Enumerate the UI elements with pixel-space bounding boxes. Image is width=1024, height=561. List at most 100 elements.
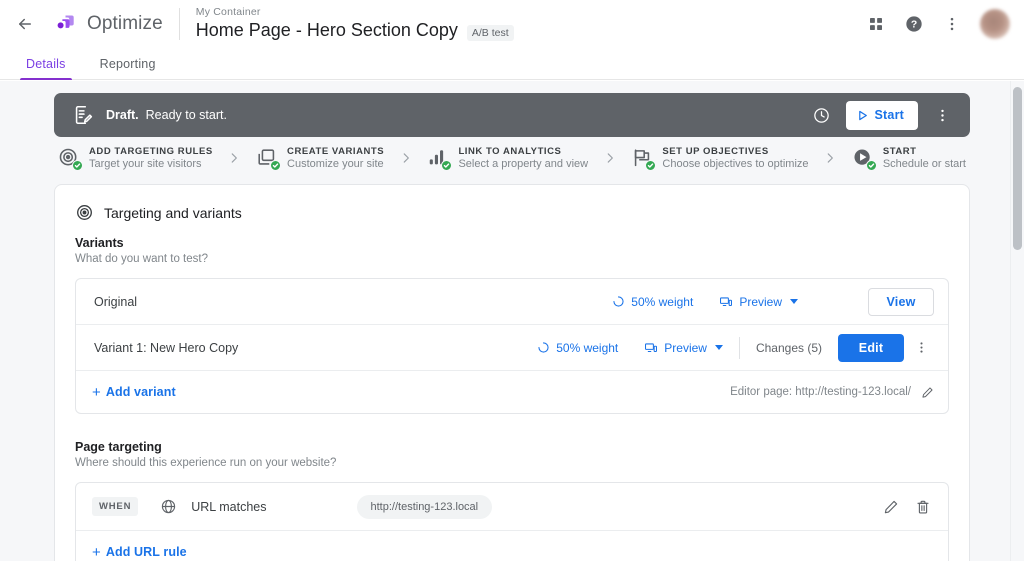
analytics-bars-icon xyxy=(427,147,453,171)
more-vert-icon xyxy=(919,342,923,353)
variant-row-actions: 50% weight Preview View xyxy=(612,287,934,316)
start-button[interactable]: Start xyxy=(845,100,918,130)
status-more-button[interactable] xyxy=(926,99,958,131)
url-rule-type: URL matches xyxy=(191,499,267,514)
edit-editor-page-button[interactable] xyxy=(921,386,934,399)
step-separator xyxy=(213,151,256,165)
chevron-down-icon xyxy=(790,299,798,304)
start-play-circle-icon xyxy=(852,147,877,171)
app-bar: Optimize My Container Home Page - Hero S… xyxy=(0,0,1024,47)
help-button[interactable]: ? xyxy=(898,8,930,40)
add-url-rule-button[interactable]: + Add URL rule xyxy=(92,545,187,560)
variant-weight-label: 50% weight xyxy=(556,340,619,355)
page-targeting-panel: WHEN URL matches http://testing-123.loca… xyxy=(75,482,949,561)
targeting-and-variants-card: Targeting and variants Variants What do … xyxy=(54,184,970,561)
step-subtitle: Schedule or start xyxy=(882,158,966,170)
variants-section-subtitle: What do you want to test? xyxy=(75,253,208,265)
svg-text:?: ? xyxy=(911,19,917,30)
play-triangle-icon xyxy=(858,110,867,120)
step-create-variants[interactable]: CREATE VARIANTS Customize your site xyxy=(256,146,384,171)
variant-more-button[interactable] xyxy=(908,335,934,361)
pencil-icon xyxy=(884,500,898,513)
variant-weight-button[interactable]: 50% weight xyxy=(537,341,618,355)
table-row: Variant 1: New Hero Copy 50% weight Prev… xyxy=(76,325,948,371)
step-link-to-analytics[interactable]: LINK TO ANALYTICS Select a property and … xyxy=(427,146,588,171)
variant-edit-button[interactable]: Edit xyxy=(838,333,904,362)
delete-url-rule-button[interactable] xyxy=(912,496,934,518)
step-complete-check xyxy=(441,160,453,171)
app-bar-more-button[interactable] xyxy=(936,8,968,40)
step-start[interactable]: START Schedule or start xyxy=(852,146,966,171)
edit-url-rule-button[interactable] xyxy=(880,496,902,518)
step-complete-check xyxy=(72,160,83,171)
page-scrollbar-thumb[interactable] xyxy=(1013,87,1022,250)
brand-name: Optimize xyxy=(87,12,163,34)
variants-windows-icon xyxy=(256,147,282,171)
pie-slice-icon xyxy=(538,342,549,353)
tab-details[interactable]: Details xyxy=(16,57,76,80)
step-label: ADD TARGETING RULES Target your site vis… xyxy=(89,146,213,170)
variant-changes-link[interactable]: Changes (5) xyxy=(756,341,822,355)
container-name: My Container xyxy=(195,5,261,18)
apps-button[interactable] xyxy=(860,8,892,40)
pencil-icon xyxy=(922,386,933,398)
when-chip: WHEN xyxy=(92,497,139,516)
editor-page-info: Editor page: http://testing-123.local/ xyxy=(730,386,934,399)
target-rings-icon xyxy=(77,205,92,220)
history-clock-icon xyxy=(814,107,829,123)
page-targeting-section: Page targeting Where should this experie… xyxy=(75,440,949,561)
url-rule-actions xyxy=(880,496,934,518)
step-label: SET UP OBJECTIVES Choose objectives to o… xyxy=(662,146,808,170)
devices-preview-icon xyxy=(720,296,733,306)
variant-view-button[interactable]: View xyxy=(868,287,934,316)
step-separator xyxy=(384,151,427,165)
variant-name: Original xyxy=(94,294,138,309)
step-title: SET UP OBJECTIVES xyxy=(662,146,769,157)
plus-icon: + xyxy=(92,383,101,401)
plus-icon: + xyxy=(92,543,101,561)
url-rule-value-chip: http://testing-123.local xyxy=(356,494,493,519)
variant-preview-button[interactable]: Preview xyxy=(719,295,798,309)
page-targeting-title: Page targeting xyxy=(75,440,162,454)
chevron-right-icon xyxy=(403,153,409,163)
devices-preview-icon xyxy=(645,342,658,352)
chevron-down-icon xyxy=(714,345,723,350)
optimize-logo-link[interactable]: Optimize xyxy=(42,0,179,47)
card-header: Targeting and variants xyxy=(75,201,949,236)
add-variant-row: + Add variant Editor page: http://testin… xyxy=(76,371,948,413)
draft-document-icon xyxy=(75,105,93,125)
variants-section: Variants What do you want to test? Origi… xyxy=(75,236,949,414)
step-label: START Schedule or start xyxy=(883,146,966,170)
optimize-logo-icon xyxy=(52,11,78,37)
arrow-left-icon xyxy=(19,18,31,29)
history-button[interactable] xyxy=(806,99,838,131)
status-text: Draft. Ready to start. xyxy=(106,108,227,122)
title-block: My Container Home Page - Hero Section Co… xyxy=(196,6,514,42)
step-complete-check xyxy=(645,160,657,171)
step-title: LINK TO ANALYTICS xyxy=(458,146,562,157)
step-subtitle: Customize your site xyxy=(287,158,384,170)
step-subtitle: Target your site visitors xyxy=(89,158,202,170)
variant-row-actions: 50% weight Preview Changes (5) Edit xyxy=(537,333,934,362)
variant-name: Variant 1: New Hero Copy xyxy=(94,340,239,355)
chevron-right-icon xyxy=(827,153,834,163)
status-state: Draft. xyxy=(106,108,139,122)
status-actions: Start xyxy=(806,99,958,131)
add-variant-label: Add variant xyxy=(105,385,176,399)
tab-reporting[interactable]: Reporting xyxy=(90,57,166,79)
step-add-targeting-rules[interactable]: ADD TARGETING RULES Target your site vis… xyxy=(58,146,213,171)
page-scrollbar-track[interactable] xyxy=(1010,81,1024,561)
variant-preview-label: Preview xyxy=(739,294,782,309)
divider xyxy=(738,336,740,359)
variant-weight-button[interactable]: 50% weight xyxy=(612,295,693,309)
chevron-right-icon xyxy=(607,153,613,163)
avatar[interactable] xyxy=(980,8,1010,39)
add-url-rule-label: Add URL rule xyxy=(105,545,187,559)
targeting-bullseye-icon xyxy=(58,147,83,171)
variant-preview-button[interactable]: Preview xyxy=(644,341,723,355)
back-button[interactable] xyxy=(8,7,42,41)
page-scroll-area: Draft. Ready to start. Start ADD TARGETI… xyxy=(0,81,1024,561)
add-variant-button[interactable]: + Add variant xyxy=(92,385,176,400)
experiment-type-badge: A/B test xyxy=(466,24,514,41)
step-set-up-objectives[interactable]: SET UP OBJECTIVES Choose objectives to o… xyxy=(631,146,809,171)
